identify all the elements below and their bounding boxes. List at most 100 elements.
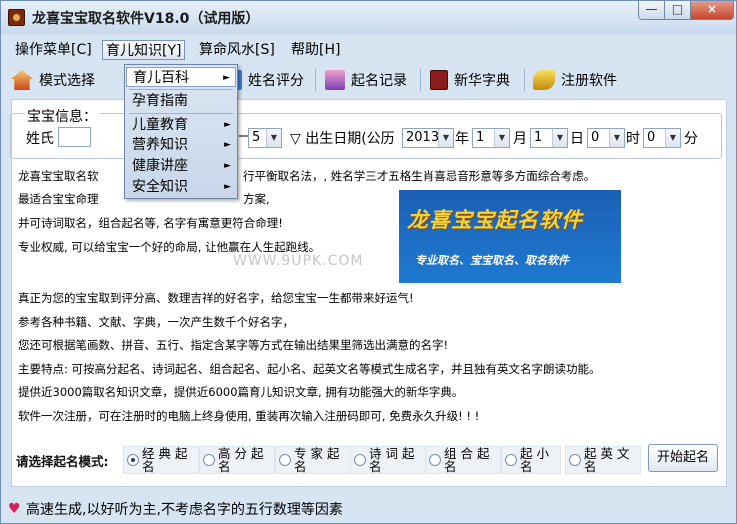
day-unit: 日 [570, 131, 584, 147]
calendar-icon [325, 70, 345, 90]
birth-date-label: ▽ 出生日期(公历 [290, 131, 395, 147]
start-naming-button[interactable]: 开始起名 [648, 444, 718, 472]
mode-select-label: 模式选择 [39, 73, 95, 89]
intro-line: 行平衡取名法，, 姓名学三才五格生肖喜忌音形意等多方面综合考虑。 [243, 169, 596, 183]
watermark-text: WWW.9UPK.COM [233, 253, 364, 269]
dropdown-item-health-lecture[interactable]: 健康讲座 ► [126, 156, 236, 176]
year-select[interactable]: 2013 ▼ [402, 128, 454, 148]
title-bar: 龙喜宝宝取名软件V18.0（试用版） — □ × [1, 1, 736, 34]
radio-icon [429, 454, 441, 466]
month-select[interactable]: 1 ▼ [472, 128, 510, 148]
mode-option-nickname[interactable]: 起小名 [501, 446, 561, 474]
dropdown-divider [129, 113, 233, 114]
mode-option-poetry[interactable]: 诗词起名 [350, 446, 426, 474]
register-button[interactable]: 注册软件 [533, 67, 617, 93]
gender-value: 5 [252, 130, 261, 145]
dropdown-item-child-education[interactable]: 儿童教育 ► [126, 115, 236, 135]
chevron-down-icon: ▼ [609, 129, 624, 147]
surname-input[interactable] [58, 127, 91, 147]
mode-option-classic[interactable]: 经典起名 [123, 446, 199, 474]
intro-line: 软件一次注册，可在注册时的电脑上终身使用, 重装再次输入注册码即可, 免费永久升… [18, 409, 480, 423]
close-button[interactable]: × [690, 1, 734, 20]
heart-icon: ♥ [8, 501, 21, 517]
chevron-down-icon: ▼ [266, 129, 281, 147]
menu-bar: 操作菜单[C] 育儿知识[Y] 算命风水[S] 帮助[H] [2, 38, 735, 62]
mode-select-button[interactable]: 模式选择 [11, 67, 95, 93]
key-icon [533, 70, 555, 90]
submenu-arrow-icon: ► [224, 120, 231, 130]
dropdown-item-safety[interactable]: 安全知识 ► [126, 177, 236, 197]
radio-icon [203, 454, 215, 466]
radio-icon [354, 454, 366, 466]
window-title: 龙喜宝宝取名软件V18.0（试用版） [32, 11, 260, 27]
intro-line: 并可诗词取名，组合起名等, 名字有寓意更符合命理! [18, 216, 283, 230]
mode-option-label: 专家起名 [294, 446, 344, 474]
chevron-down-icon: ▼ [552, 129, 567, 147]
month-unit: 月 [513, 131, 527, 147]
name-record-button[interactable]: 起名记录 [325, 67, 407, 93]
parenting-dropdown-menu: 育儿百科 ► 孕育指南 儿童教育 ► 营养知识 ► 健康讲座 ► 安全知识 ► [124, 64, 238, 199]
mode-option-high-score[interactable]: 高分起名 [199, 446, 275, 474]
chevron-down-icon: ▼ [665, 129, 680, 147]
name-score-label: 姓名评分 [248, 73, 304, 89]
toolbar-separator [524, 69, 525, 91]
day-value: 1 [534, 130, 543, 145]
baby-info-legend: 宝宝信息： [24, 106, 100, 126]
year-value: 2013 [406, 130, 440, 145]
month-value: 1 [476, 130, 485, 145]
dropdown-item-label: 育儿百科 [133, 70, 189, 86]
mode-option-label: 诗词起名 [369, 446, 419, 474]
intro-line: 最适合宝宝命理 [18, 192, 99, 206]
submenu-arrow-icon: ► [224, 182, 231, 192]
minimize-button[interactable]: — [638, 1, 665, 20]
name-record-label: 起名记录 [351, 73, 407, 89]
hour-select[interactable]: 0 ▼ [587, 128, 625, 148]
submenu-arrow-icon: ► [223, 73, 230, 83]
day-select[interactable]: 1 ▼ [530, 128, 568, 148]
intro-line: 主要特点: 可按高分起名、诗词起名、组合起名、起小名、起英文名等模式生成名字，并… [18, 362, 601, 376]
submenu-arrow-icon: ► [224, 161, 231, 171]
year-unit: 年 [455, 131, 469, 147]
register-label: 注册软件 [561, 73, 617, 89]
dictionary-icon [430, 70, 448, 90]
dropdown-divider [129, 89, 233, 90]
intro-line: 龙喜宝宝取名软 [18, 169, 99, 183]
dropdown-item-parenting-encyclopedia[interactable]: 育儿百科 ► [126, 67, 236, 87]
radio-icon [569, 454, 581, 466]
menu-help[interactable]: 帮助[H] [288, 40, 343, 60]
dropdown-item-nutrition[interactable]: 营养知识 ► [126, 135, 236, 155]
dropdown-item-pregnancy-guide[interactable]: 孕育指南 [126, 91, 236, 111]
toolbar-separator [420, 69, 421, 91]
xinhua-dict-label: 新华字典 [454, 73, 510, 89]
maximize-button[interactable]: □ [664, 1, 691, 20]
minute-value: 0 [647, 130, 656, 145]
hour-value: 0 [591, 130, 600, 145]
xinhua-dict-button[interactable]: 新华字典 [430, 67, 510, 93]
submenu-arrow-icon: ► [224, 140, 231, 150]
mode-select-prompt: 请选择起名模式: [16, 454, 109, 469]
banner-title: 龙喜宝宝起名软件 [407, 207, 583, 232]
mode-option-label: 高分起名 [218, 446, 268, 474]
chevron-down-icon: ▼ [494, 129, 509, 147]
app-window: 龙喜宝宝取名软件V18.0（试用版） — □ × 操作菜单[C] 育儿知识[Y]… [0, 0, 737, 524]
dropdown-item-label: 安全知识 [132, 179, 188, 195]
mode-option-expert[interactable]: 专家起名 [275, 446, 351, 474]
minute-select[interactable]: 0 ▼ [643, 128, 681, 148]
gender-select[interactable]: 5 ▼ [248, 128, 282, 148]
menu-fortune[interactable]: 算命风水[S] [196, 40, 278, 60]
intro-line: 方案, [243, 192, 270, 206]
home-icon [11, 70, 33, 90]
menu-parenting[interactable]: 育儿知识[Y] [102, 40, 186, 60]
banner-subtitle: 专业取名、宝宝取名、取名软件 [415, 254, 569, 267]
mode-option-english[interactable]: 起英文名 [565, 446, 641, 474]
promo-banner: 龙喜宝宝起名软件 专业取名、宝宝取名、取名软件 [399, 190, 621, 283]
dropdown-item-label: 健康讲座 [132, 158, 188, 174]
status-bar: ♥ 高速生成,以好听为主,不考虑名字的五行数理等因素 [2, 495, 735, 523]
mode-option-label: 组合起名 [444, 446, 494, 474]
chevron-down-icon: ▼ [438, 129, 453, 147]
radio-selected-icon [127, 454, 139, 466]
hour-unit: 时 [626, 131, 640, 147]
menu-operation[interactable]: 操作菜单[C] [12, 40, 95, 60]
mode-option-combo[interactable]: 组合起名 [425, 446, 501, 474]
intro-line: 您还可根据笔画数、拼音、五行、指定含某字等方式在输出结果里筛选出满意的名字! [18, 338, 449, 352]
